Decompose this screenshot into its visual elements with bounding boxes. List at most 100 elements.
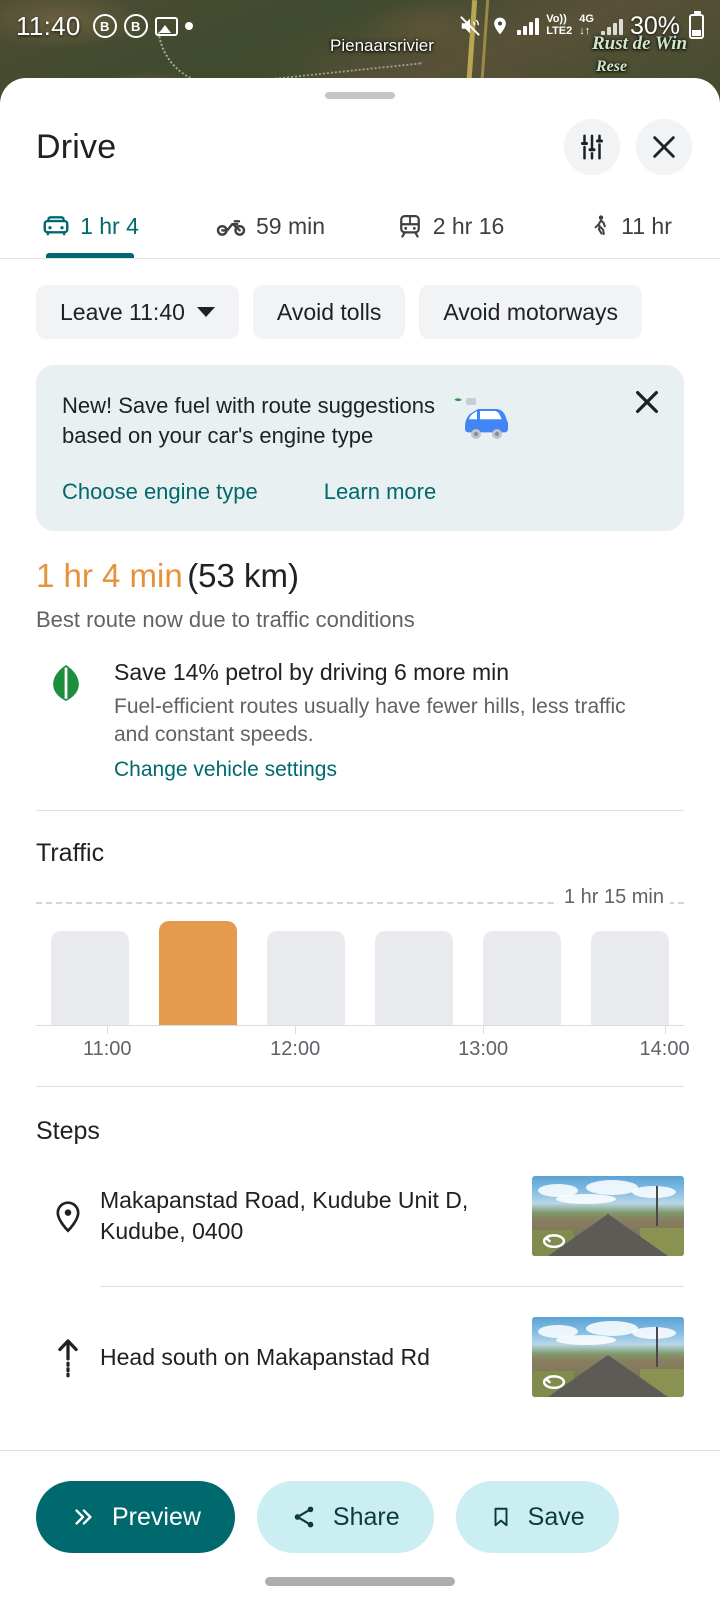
chart-bar (267, 931, 345, 1027)
step-icon-wrap (36, 1335, 100, 1379)
directions-sheet: Drive 1 hr 4 59 min 2 hr 16 11 hr Leave … (0, 78, 720, 1600)
chart-axis-ticks (36, 1025, 684, 1035)
chart-reference-label: 1 hr 15 min (557, 886, 670, 910)
chart-bar-slot (360, 914, 468, 1027)
eco-car-icon (449, 393, 525, 453)
preview-button-label: Preview (112, 1502, 201, 1531)
steps-section-title: Steps (36, 1117, 100, 1146)
share-button-label: Share (332, 1502, 400, 1531)
leaf-icon (53, 665, 79, 701)
signal-icon-secondary (600, 17, 623, 35)
map-label-place-line2: Rese (596, 58, 628, 75)
chart-bar-slot (576, 914, 684, 1027)
street-view-thumbnail[interactable] (532, 1317, 684, 1398)
tab-walk[interactable]: 11 hr (540, 211, 720, 258)
eco-savings-description: Fuel-efficient routes usually have fewer… (114, 695, 626, 747)
app-screen: Pienaarsrivier Rust de Win Rese 11:40 B … (0, 0, 720, 1600)
chart-tick-label: 14:00 (639, 1038, 690, 1061)
chart-tick-label: 12:00 (270, 1038, 321, 1061)
chart-bar (51, 931, 129, 1027)
tune-icon (581, 134, 603, 160)
save-button-label: Save (527, 1502, 585, 1531)
status-notification-icons: B B (92, 14, 193, 38)
traffic-section: Traffic 1 hr 15 min 11:00 12:00 13:00 14:00 (0, 811, 720, 1088)
chip-leave-time-label: Leave 11:40 (60, 298, 185, 325)
chip-avoid-motorways[interactable]: Avoid motorways (419, 285, 643, 339)
eco-savings-title: Save 14% petrol by driving 6 more min (114, 659, 510, 685)
options-button[interactable] (564, 119, 620, 175)
steps-section: Steps Makapanstad Road, Kudube Unit D, K… (0, 1087, 720, 1427)
signal-icon (517, 17, 540, 35)
close-button[interactable] (636, 119, 692, 175)
chart-bars (36, 914, 684, 1027)
chevron-down-icon (196, 307, 215, 317)
step-instruction: Makapanstad Road, Kudube Unit D, Kudube,… (100, 1187, 469, 1245)
share-button[interactable]: Share (256, 1481, 434, 1553)
tab-walk-label: 11 hr (621, 212, 672, 239)
tab-inactive-indicator (586, 253, 674, 258)
close-icon (636, 391, 658, 413)
route-duration: 1 hr 4 min (36, 557, 183, 594)
share-icon (294, 1506, 314, 1528)
step-icon-wrap (36, 1196, 100, 1236)
rotate-360-icon (542, 1234, 566, 1249)
chart-tick (483, 1025, 485, 1035)
tab-drive[interactable]: 1 hr 4 (0, 211, 180, 258)
sheet-drag-handle[interactable] (325, 92, 395, 99)
bookmark-icon (494, 1507, 508, 1527)
choose-engine-type-link[interactable]: Choose engine type (62, 479, 258, 505)
chart-bar-slot (468, 914, 576, 1027)
double-chevron-right-icon (75, 1509, 92, 1525)
chart-bar-slot (144, 914, 252, 1027)
home-indicator (265, 1577, 455, 1586)
chart-tick-label: 13:00 (458, 1038, 509, 1061)
battery-percent-label: 30% (629, 11, 680, 40)
chart-bar-slot (252, 914, 360, 1027)
list-item[interactable]: Makapanstad Road, Kudube Unit D, Kudube,… (36, 1146, 684, 1286)
street-view-thumbnail[interactable] (532, 1176, 684, 1257)
b-badge-icon: B (92, 14, 117, 38)
bottom-action-bar: Preview Share Save (0, 1450, 720, 1600)
traffic-chart[interactable]: 1 hr 15 min 11:00 12:00 13:00 14:00 (36, 886, 690, 1060)
sheet-header: Drive (0, 99, 720, 183)
close-icon (653, 136, 675, 158)
save-button[interactable]: Save (455, 1481, 619, 1553)
chart-tick (107, 1025, 109, 1035)
chip-avoid-motorways-label: Avoid motorways (443, 298, 619, 325)
dot-icon (184, 22, 193, 30)
promo-close-button[interactable] (632, 387, 662, 422)
header-actions (564, 119, 692, 175)
list-item[interactable]: Head south on Makapanstad Rd (36, 1287, 684, 1427)
network-4g-label: 4G ↓↑ (579, 13, 594, 37)
transport-mode-tabs: 1 hr 4 59 min 2 hr 16 11 hr (0, 197, 720, 259)
tab-transit[interactable]: 2 hr 16 (360, 211, 540, 258)
chart-bar-highlighted (159, 921, 237, 1027)
change-vehicle-settings-link[interactable]: Change vehicle settings (114, 758, 337, 782)
arrow-up-icon (58, 1339, 78, 1378)
chart-bar (591, 931, 669, 1027)
mute-icon (460, 16, 481, 36)
route-option-chips: Leave 11:40 Avoid tolls Avoid motorways (0, 259, 720, 339)
route-subtitle: Best route now due to traffic conditions (36, 607, 415, 632)
chip-leave-time[interactable]: Leave 11:40 (36, 285, 239, 339)
network-type-label: Vo)) LTE2 (546, 13, 573, 37)
chart-tick (295, 1025, 297, 1035)
learn-more-link[interactable]: Learn more (324, 479, 437, 505)
tab-motorcycle[interactable]: 59 min (180, 211, 360, 258)
route-distance: (53 km) (187, 557, 300, 594)
tab-active-indicator (46, 253, 134, 258)
status-bar: 11:40 B B Vo)) LTE2 4G ↓↑ 30% (0, 0, 720, 52)
step-instruction: Head south on Makapanstad Rd (100, 1343, 430, 1370)
chip-avoid-tolls[interactable]: Avoid tolls (252, 285, 406, 339)
route-headline: 1 hr 4 min (53 km) (36, 557, 684, 595)
motorcycle-icon (216, 220, 246, 236)
preview-button[interactable]: Preview (36, 1481, 235, 1553)
route-summary[interactable]: 1 hr 4 min (53 km) Best route now due to… (0, 531, 720, 812)
eco-route-info: Save 14% petrol by driving 6 more min Fu… (36, 659, 684, 782)
battery-icon (689, 10, 704, 39)
chip-avoid-tolls-label: Avoid tolls (276, 298, 382, 325)
rotate-360-icon (542, 1375, 566, 1390)
promo-message-line2: based on your car's engine type (62, 422, 374, 448)
tab-transit-label: 2 hr 16 (432, 212, 505, 239)
chart-tick-label: 11:00 (82, 1038, 132, 1061)
